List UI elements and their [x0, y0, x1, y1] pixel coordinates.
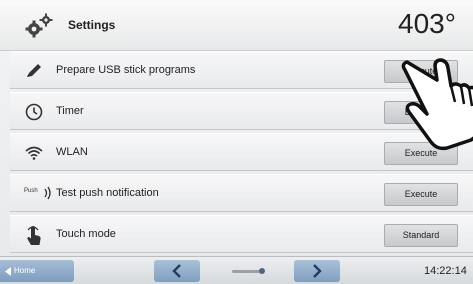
footer-bar: Home 14:22:14 — [0, 256, 473, 284]
row-label: Touch mode — [56, 228, 116, 240]
row-label: Test push notification — [56, 187, 159, 199]
home-label: Home — [14, 266, 36, 275]
temperature-readout: 403° — [398, 8, 456, 39]
row-label: Timer — [56, 105, 84, 117]
row-label: WLAN — [56, 146, 88, 158]
settings-screen: Settings 403° Prepare USB stick programs… — [0, 0, 473, 284]
page-title: Settings — [68, 18, 116, 32]
row-push-notification[interactable]: Push Test push notification Execute — [10, 174, 473, 212]
chevron-left-icon — [172, 264, 181, 278]
page-indicator — [232, 270, 262, 273]
touch-mode-standard-button[interactable]: Standard — [384, 224, 458, 247]
pointing-hand-icon — [395, 52, 473, 162]
chevron-right-icon — [313, 264, 322, 278]
touch-hand-icon — [24, 225, 44, 245]
push-icon — [44, 185, 54, 201]
page-indicator-dot — [259, 268, 265, 274]
execute-push-button[interactable]: Execute — [384, 183, 458, 206]
settings-gear-icon — [24, 12, 56, 40]
row-touch-mode[interactable]: Touch mode Standard — [10, 215, 473, 253]
clock-time: 14:22:14 — [424, 265, 467, 277]
home-button[interactable]: Home — [0, 260, 74, 282]
header-bar: Settings 403° — [0, 0, 473, 51]
pen-icon — [24, 61, 44, 81]
home-arrow-icon — [5, 267, 11, 276]
wifi-icon — [24, 143, 44, 163]
next-page-button[interactable] — [294, 260, 340, 282]
push-tag: Push — [24, 188, 38, 194]
clock-icon — [24, 102, 44, 122]
row-label: Prepare USB stick programs — [56, 64, 196, 76]
previous-page-button[interactable] — [154, 260, 200, 282]
